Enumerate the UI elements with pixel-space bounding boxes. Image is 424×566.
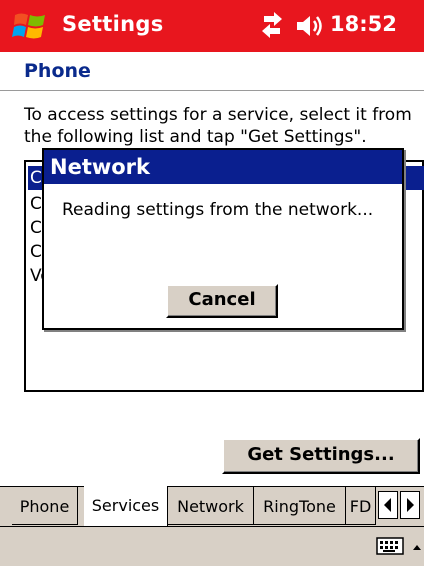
clock[interactable]: 18:52 — [330, 12, 397, 36]
connectivity-icon[interactable] — [258, 10, 286, 40]
dialog-message: Reading settings from the network... — [62, 200, 374, 220]
dialog-title: Network — [44, 150, 402, 184]
tab-services[interactable]: Services — [84, 486, 168, 526]
get-settings-button[interactable]: Get Settings... — [222, 438, 420, 474]
app-title: Settings — [62, 12, 164, 36]
windows-flag-icon[interactable] — [12, 10, 48, 42]
title-bar: Settings 18:52 — [0, 0, 424, 52]
tab-ringtone[interactable]: RingTone — [254, 487, 346, 525]
instructions-text: To access settings for a service, select… — [24, 105, 412, 147]
tab-bar: Phone Services Network RingTone FD — [0, 486, 424, 527]
caret-up-icon[interactable] — [410, 539, 424, 553]
tab-network[interactable]: Network — [168, 487, 254, 525]
keyboard-icon[interactable] — [376, 535, 406, 557]
tab-scroll-left-icon[interactable] — [378, 491, 398, 519]
speaker-icon[interactable] — [295, 12, 325, 40]
tab-phone[interactable]: Phone — [12, 487, 78, 525]
page-title: Phone — [24, 60, 91, 82]
command-bar — [0, 526, 424, 566]
network-dialog: Network Reading settings from the networ… — [42, 148, 404, 330]
cancel-button[interactable]: Cancel — [166, 284, 278, 318]
tab-fd[interactable]: FD — [346, 487, 376, 525]
page-header: Phone — [0, 52, 424, 91]
tab-scroll-right-icon[interactable] — [400, 491, 420, 519]
